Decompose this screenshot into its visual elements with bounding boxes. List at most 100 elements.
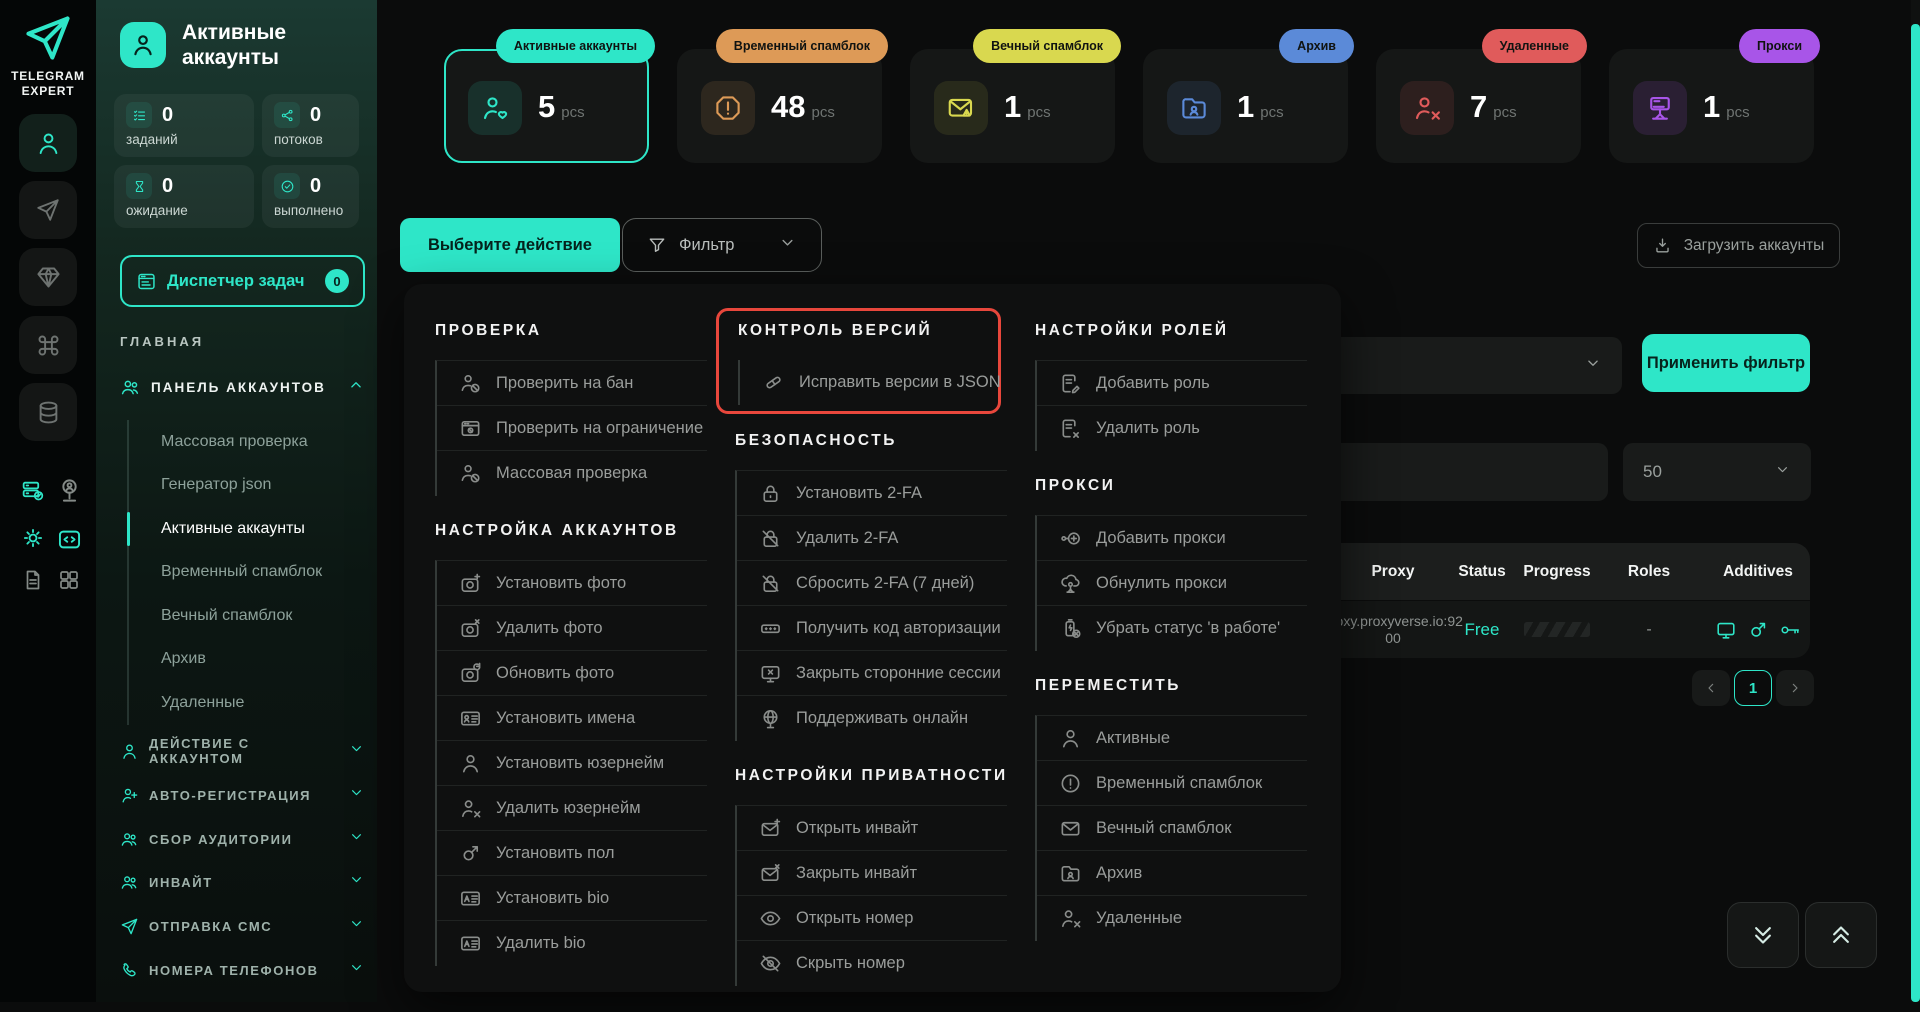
menu-item-reset-2fa[interactable]: Сбросить 2-FA (7 дней) bbox=[737, 561, 1007, 606]
rail-code-window-button[interactable] bbox=[56, 526, 83, 553]
stat-card-temp-spamblock[interactable]: Временный спамблок 48pcs bbox=[677, 49, 882, 163]
rail-sender-button[interactable] bbox=[19, 181, 77, 239]
card-value: 5 bbox=[538, 89, 555, 125]
diamond-icon bbox=[35, 264, 62, 291]
lock-icon bbox=[759, 482, 782, 505]
sidebar-item-auto-registration[interactable]: АВТО-РЕГИСТРАЦИЯ bbox=[120, 779, 365, 811]
pagination-current-page[interactable]: 1 bbox=[1734, 670, 1772, 706]
stat-card-active-accounts[interactable]: Активные аккаунты 5pcs bbox=[444, 49, 649, 163]
rail-document-button[interactable] bbox=[21, 568, 45, 592]
menu-item-set-names[interactable]: Установить имена bbox=[437, 696, 707, 741]
menu-item-add-proxy[interactable]: Добавить прокси bbox=[1037, 516, 1307, 561]
menu-item-add-role[interactable]: Добавить роль bbox=[1037, 361, 1307, 406]
menu-item-move-perm-spamblock[interactable]: Вечный спамблок bbox=[1037, 806, 1307, 851]
rail-user-network-button[interactable] bbox=[56, 477, 83, 504]
menu-item-check-restriction[interactable]: Проверить на ограничение bbox=[437, 406, 707, 451]
scrollbar-thumb[interactable] bbox=[1911, 24, 1920, 1002]
menu-item-set-gender[interactable]: Установить пол bbox=[437, 831, 707, 876]
menu-item-set-username[interactable]: Установить юзернейм bbox=[437, 741, 707, 786]
menu-item-get-auth-code[interactable]: Получить код авторизации bbox=[737, 606, 1007, 651]
scroll-to-top-button[interactable] bbox=[1805, 902, 1877, 968]
menu-item-delete-photo[interactable]: Удалить фото bbox=[437, 606, 707, 651]
menu-item-delete-username[interactable]: Удалить юзернейм bbox=[437, 786, 707, 831]
rail-database-button[interactable] bbox=[19, 383, 77, 441]
menu-item-set-photo[interactable]: Установить фото bbox=[437, 561, 707, 606]
scroll-to-bottom-button[interactable] bbox=[1727, 902, 1799, 968]
paper-plane-icon bbox=[120, 917, 139, 936]
stat-card-deleted[interactable]: Удаленные 7pcs bbox=[1376, 49, 1581, 163]
menu-item-close-sessions[interactable]: Закрыть сторонние сессии bbox=[737, 651, 1007, 696]
rail-grid-button[interactable] bbox=[57, 568, 81, 592]
chevron-up-icon bbox=[347, 376, 365, 399]
sidebar-item-mass-check[interactable]: Массовая проверка bbox=[129, 420, 363, 464]
menu-item-check-ban[interactable]: Проверить на бан bbox=[437, 361, 707, 406]
male-icon[interactable] bbox=[1747, 619, 1769, 641]
rail-premium-button[interactable] bbox=[19, 248, 77, 306]
pagination-prev-button[interactable] bbox=[1692, 670, 1730, 706]
menu-item-move-archive[interactable]: Архив bbox=[1037, 851, 1307, 896]
double-chevron-up-icon bbox=[1826, 920, 1856, 950]
menu-item-open-number[interactable]: Открыть номер bbox=[737, 896, 1007, 941]
apply-filter-button[interactable]: Применить фильтр bbox=[1642, 334, 1810, 392]
telegram-plane-icon bbox=[22, 12, 74, 64]
chevron-down-icon bbox=[1584, 354, 1602, 377]
filter-dropdown-button[interactable]: Фильтр bbox=[622, 218, 822, 272]
cell-roles: - bbox=[1646, 601, 1651, 658]
stat-card-perm-spamblock[interactable]: Вечный спамблок 1pcs bbox=[910, 49, 1115, 163]
stat-card-proxy[interactable]: Прокси 1pcs bbox=[1609, 49, 1814, 163]
sidebar-item-perm-spamblock[interactable]: Вечный спамблок bbox=[129, 594, 363, 638]
menu-item-delete-2fa[interactable]: Удалить 2-FA bbox=[737, 516, 1007, 561]
menu-item-reset-proxy[interactable]: Обнулить прокси bbox=[1037, 561, 1307, 606]
user-ban-icon bbox=[459, 372, 482, 395]
page-size-select[interactable]: 50 bbox=[1623, 443, 1811, 501]
rail-command-button[interactable] bbox=[19, 316, 77, 374]
sidebar-item-sms-sending[interactable]: ОТПРАВКА СМС bbox=[120, 910, 365, 942]
menu-item-hide-number[interactable]: Скрыть номер bbox=[737, 941, 1007, 986]
select-action-button[interactable]: Выберите действие bbox=[400, 218, 620, 272]
menu-item-update-photo[interactable]: Обновить фото bbox=[437, 651, 707, 696]
card-badge: Временный спамблок bbox=[716, 29, 888, 63]
upload-accounts-button[interactable]: Загрузить аккаунты bbox=[1637, 223, 1840, 268]
sidebar-item-invite[interactable]: ИНВАЙТ bbox=[120, 866, 365, 898]
sidebar-item-account-actions[interactable]: ДЕЙСТВИЕ С АККАУНТОМ bbox=[120, 735, 365, 767]
check-circle-icon bbox=[274, 173, 300, 199]
menu-item-set-bio[interactable]: Установить bio bbox=[437, 876, 707, 921]
pagination-next-button[interactable] bbox=[1776, 670, 1814, 706]
rail-settings-button[interactable] bbox=[20, 525, 46, 551]
sidebar-item-json-generator[interactable]: Генератор json bbox=[129, 464, 363, 508]
sidebar-item-temp-spamblock[interactable]: Временный спамблок bbox=[129, 551, 363, 595]
sidebar-item-active-accounts[interactable]: Активные аккаунты bbox=[129, 507, 363, 551]
bio-card-icon bbox=[459, 887, 482, 910]
browser-check-icon bbox=[459, 417, 482, 440]
command-icon bbox=[35, 332, 62, 359]
menu-section-privacy: НАСТРОЙКИ ПРИВАТНОСТИ bbox=[735, 767, 1007, 789]
menu-item-move-active[interactable]: Активные bbox=[1037, 716, 1307, 761]
menu-item-set-2fa[interactable]: Установить 2-FA bbox=[737, 471, 1007, 516]
page-scrollbar[interactable] bbox=[1911, 0, 1920, 1002]
menu-item-move-deleted[interactable]: Удаленные bbox=[1037, 896, 1307, 941]
task-manager-button[interactable]: Диспетчер задач 0 bbox=[120, 255, 365, 307]
card-badge: Прокси bbox=[1739, 29, 1820, 63]
menu-item-delete-role[interactable]: Удалить роль bbox=[1037, 406, 1307, 451]
menu-item-open-invite[interactable]: Открыть инвайт bbox=[737, 806, 1007, 851]
menu-item-move-temp-spamblock[interactable]: Временный спамблок bbox=[1037, 761, 1307, 806]
sidebar-item-phone-numbers[interactable]: НОМЕРА ТЕЛЕФОНОВ bbox=[120, 954, 365, 986]
sidebar-item-deleted[interactable]: Удаленные bbox=[129, 681, 363, 725]
sidebar-item-accounts-panel[interactable]: ПАНЕЛЬ АККАУНТОВ bbox=[120, 370, 365, 404]
sidebar-item-archive[interactable]: Архив bbox=[129, 638, 363, 682]
key-icon[interactable] bbox=[1779, 619, 1801, 641]
rail-server-check-button[interactable] bbox=[20, 478, 45, 503]
stat-card-archive[interactable]: Архив 1pcs bbox=[1143, 49, 1348, 163]
menu-item-fix-versions-json[interactable]: Исправить версии в JSON bbox=[740, 360, 992, 405]
menu-item-mass-check[interactable]: Массовая проверка bbox=[437, 451, 707, 496]
phone-icon bbox=[120, 961, 139, 980]
sidebar-item-audience-collection[interactable]: СБОР АУДИТОРИИ bbox=[120, 823, 365, 855]
menu-item-delete-bio[interactable]: Удалить bio bbox=[437, 921, 707, 966]
key-plus-icon bbox=[1059, 527, 1082, 550]
monitor-icon[interactable] bbox=[1715, 619, 1737, 641]
menu-item-close-invite[interactable]: Закрыть инвайт bbox=[737, 851, 1007, 896]
menu-item-remove-working-status[interactable]: Убрать статус 'в работе' bbox=[1037, 606, 1307, 651]
rail-accounts-button[interactable] bbox=[19, 114, 77, 172]
card-value: 7 bbox=[1470, 89, 1487, 125]
menu-item-keep-online[interactable]: Поддерживать онлайн bbox=[737, 696, 1007, 741]
